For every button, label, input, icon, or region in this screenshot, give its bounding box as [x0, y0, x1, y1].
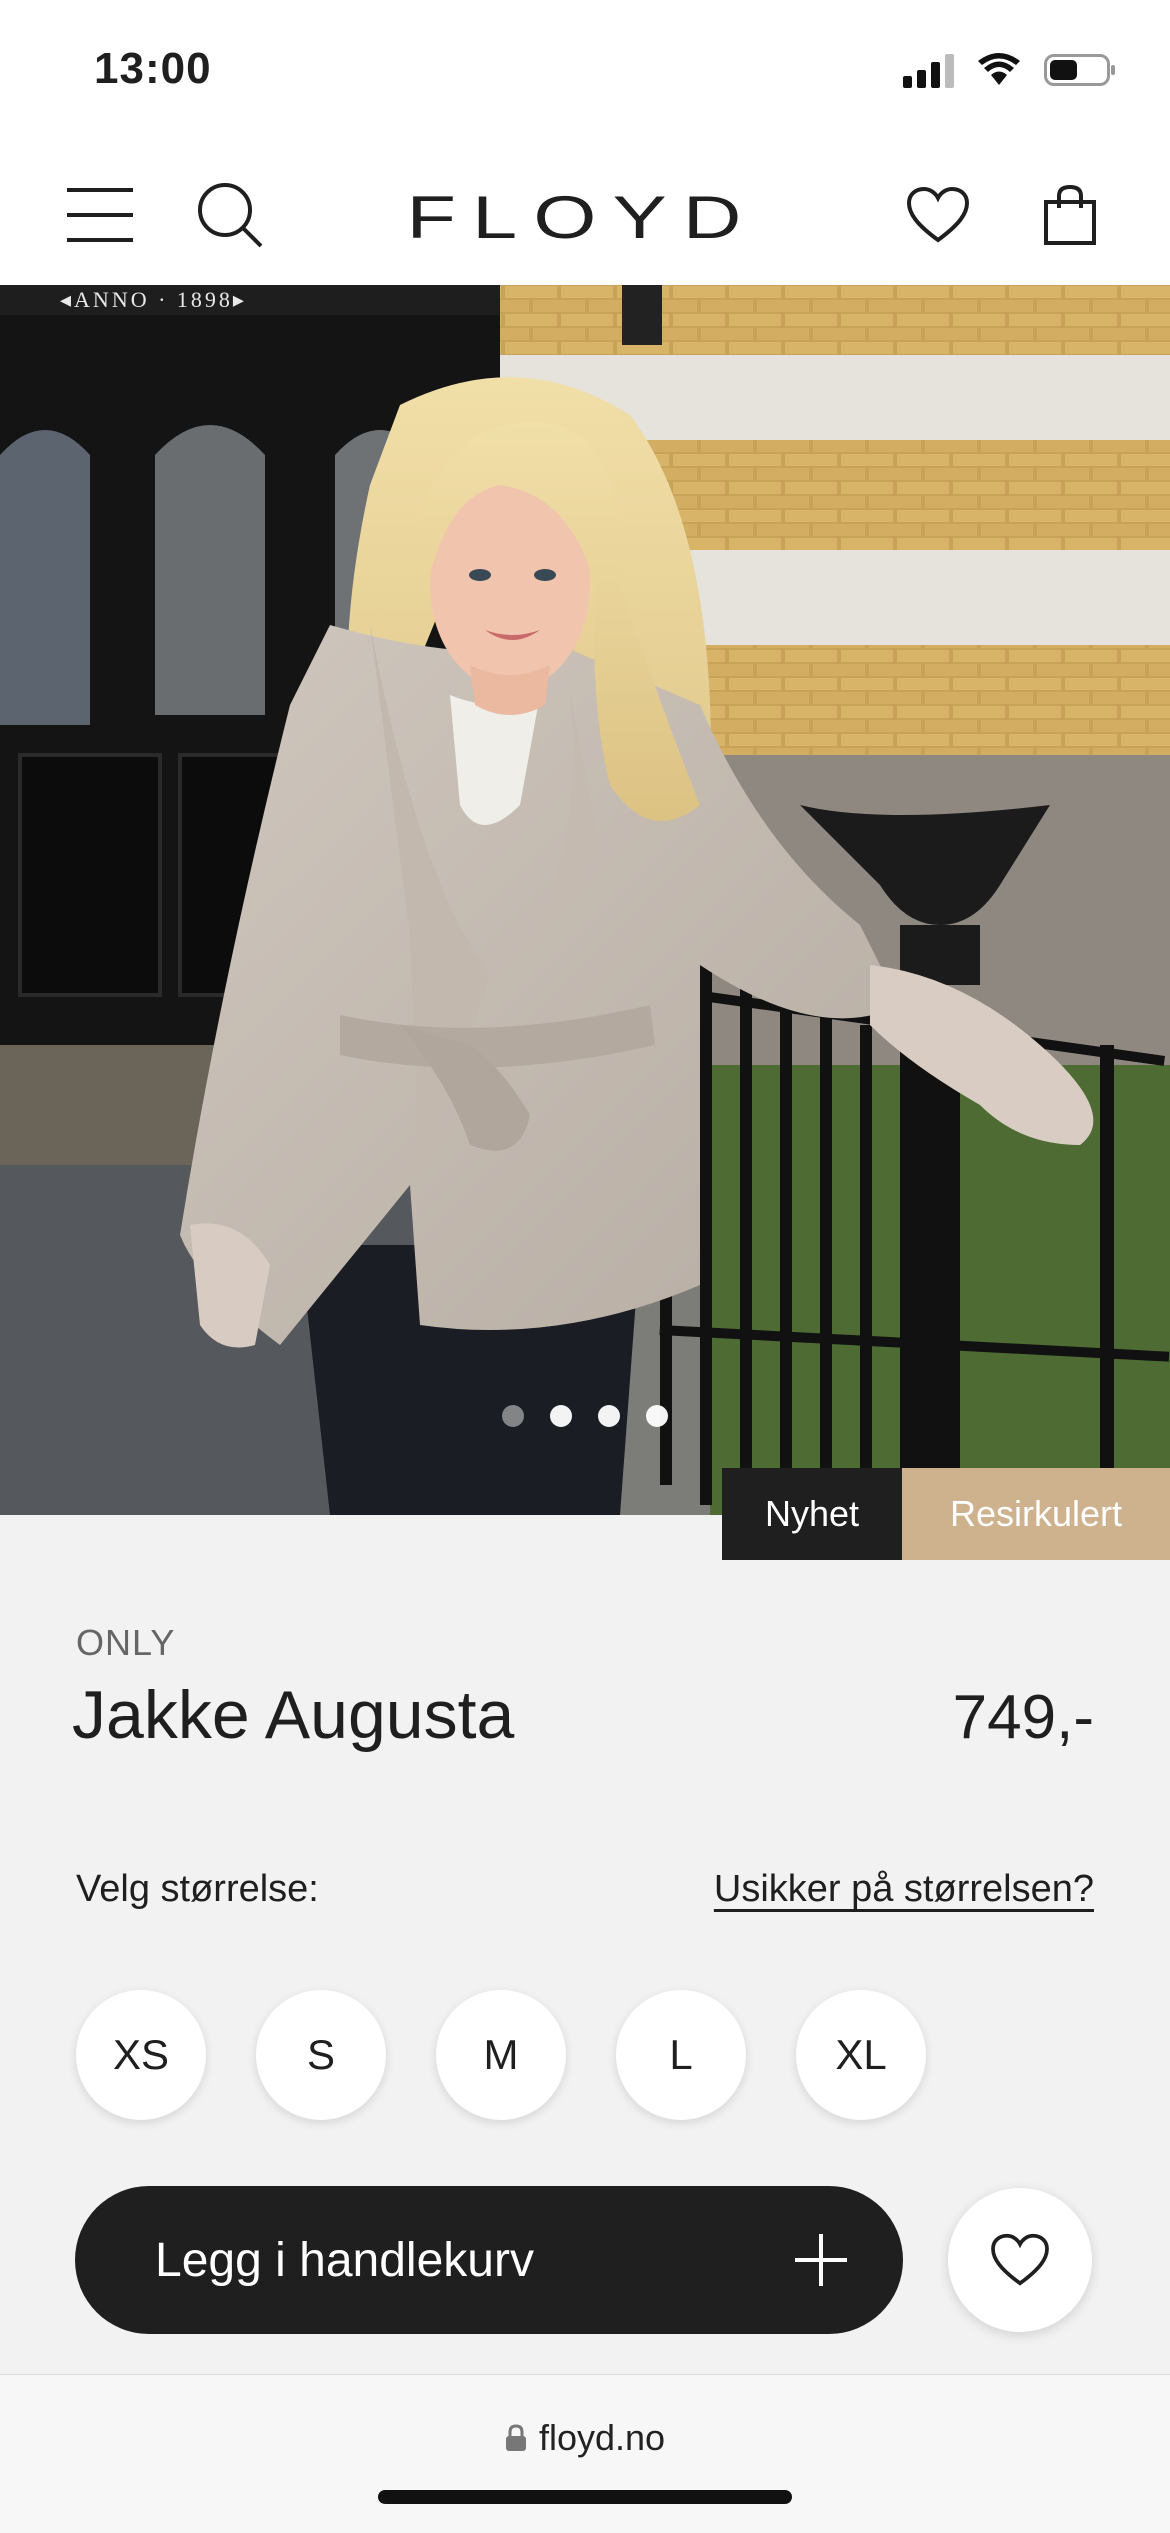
home-indicator[interactable]: [378, 2490, 792, 2504]
heart-icon: [906, 186, 970, 243]
shopping-bag-icon: [1044, 184, 1096, 245]
status-time: 13:00: [94, 44, 212, 93]
plus-icon: [795, 2234, 847, 2286]
size-option-xl[interactable]: XL: [796, 1990, 926, 2120]
carousel-dot[interactable]: [502, 1405, 524, 1427]
browser-url-bar[interactable]: floyd.no: [0, 2374, 1170, 2533]
product-title: Jakke Augusta: [72, 1677, 515, 1753]
cellular-signal-icon: [903, 52, 954, 88]
product-image-carousel[interactable]: ◂ANNO · 1898▸: [0, 285, 1170, 1515]
add-to-cart-label: Legg i handlekurv: [155, 2233, 534, 2287]
carousel-dot[interactable]: [646, 1405, 668, 1427]
hamburger-icon: [67, 188, 133, 242]
door-sign-text: ◂ANNO · 1898▸: [60, 287, 247, 312]
size-selector: XS S M L XL: [76, 1990, 926, 2120]
add-to-cart-button[interactable]: Legg i handlekurv: [75, 2186, 903, 2334]
status-icons: [903, 52, 1115, 88]
product-price: 749,-: [952, 1683, 1094, 1752]
wishlist-button[interactable]: [898, 175, 978, 255]
size-option-m[interactable]: M: [436, 1990, 566, 2120]
url-display[interactable]: floyd.no: [0, 2417, 1170, 2459]
product-brand[interactable]: ONLY: [76, 1622, 175, 1664]
search-button[interactable]: [190, 175, 270, 255]
site-header: FLOYD: [0, 145, 1170, 286]
size-option-xs[interactable]: XS: [76, 1990, 206, 2120]
size-option-l[interactable]: L: [616, 1990, 746, 2120]
lock-icon: [505, 2424, 526, 2451]
carousel-dot[interactable]: [598, 1405, 620, 1427]
size-option-s[interactable]: S: [256, 1990, 386, 2120]
recycled-badge: Resirkulert: [902, 1468, 1170, 1560]
cart-button[interactable]: [1030, 175, 1110, 255]
floyd-logo[interactable]: FLOYD: [353, 184, 812, 251]
heart-icon: [991, 2233, 1049, 2286]
wifi-icon: [978, 53, 1020, 85]
menu-button[interactable]: [60, 175, 140, 255]
carousel-indicator: [0, 1405, 1170, 1427]
add-to-wishlist-button[interactable]: [948, 2188, 1092, 2332]
new-badge: Nyhet: [722, 1468, 902, 1560]
url-text: floyd.no: [538, 2417, 666, 2458]
product-photo: ◂ANNO · 1898▸: [0, 285, 1170, 1515]
carousel-dot[interactable]: [550, 1405, 572, 1427]
search-icon: [198, 183, 263, 248]
status-bar: 13:00: [0, 0, 1170, 145]
size-label: Velg størrelse:: [76, 1868, 319, 1910]
battery-icon: [1044, 54, 1115, 86]
size-guide-link[interactable]: Usikker på størrelsen?: [714, 1868, 1094, 1911]
